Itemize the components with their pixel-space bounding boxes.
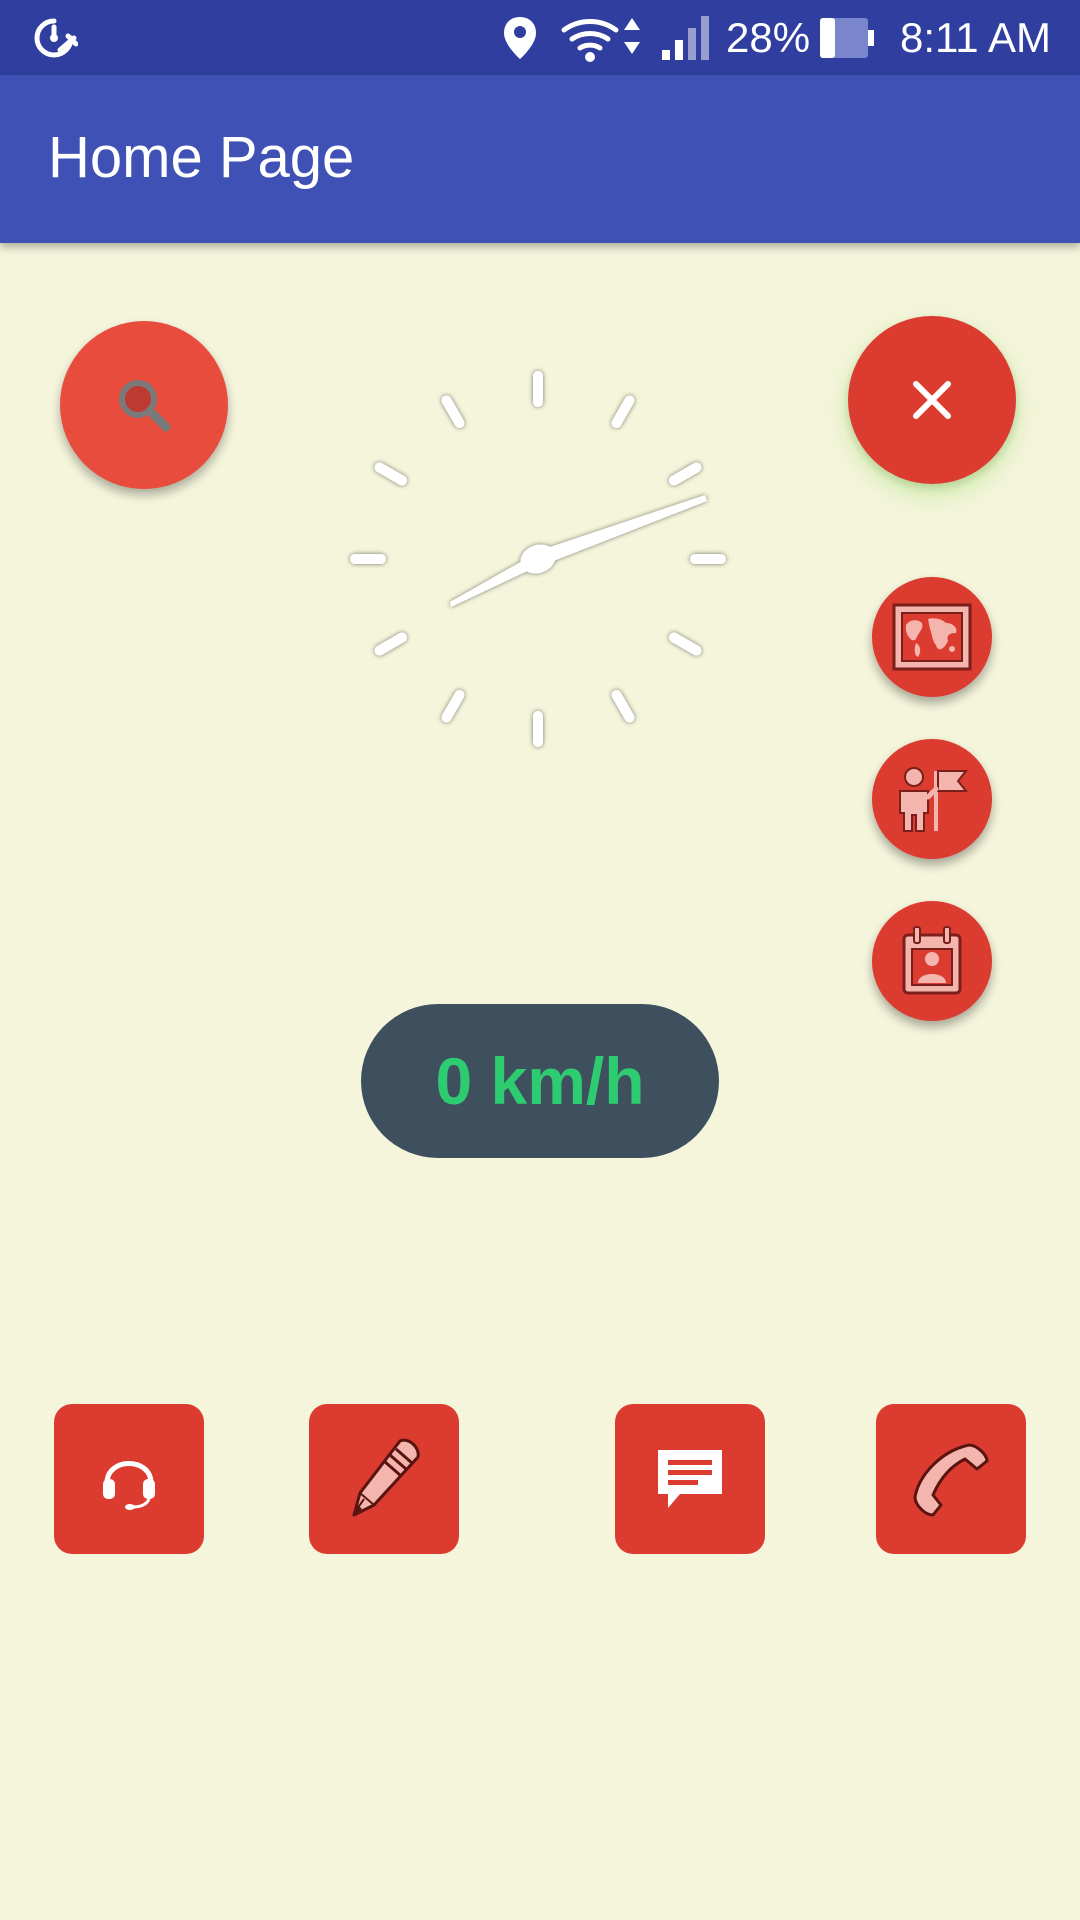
battery-icon xyxy=(818,0,876,75)
wifi-icon xyxy=(560,0,644,75)
world-map-button[interactable] xyxy=(872,577,992,697)
close-icon xyxy=(913,381,951,419)
search-button[interactable] xyxy=(60,321,228,489)
search-icon xyxy=(119,380,171,432)
clock-tick xyxy=(441,395,465,429)
guide-button[interactable] xyxy=(872,739,992,859)
message-icon xyxy=(658,1450,722,1508)
main-content: 0 km/h xyxy=(0,243,1080,1920)
clock-tick xyxy=(668,462,702,486)
clock-tick xyxy=(690,554,726,564)
clock-tick xyxy=(611,395,635,429)
speed-value: 0 km/h xyxy=(435,1044,645,1118)
speed-display: 0 km/h xyxy=(361,1004,719,1158)
headset-button[interactable] xyxy=(54,1404,204,1554)
analog-clock xyxy=(350,371,726,747)
guide-flag-icon xyxy=(899,767,969,832)
pencil-icon xyxy=(352,1438,420,1517)
speedometer-icon xyxy=(30,0,78,75)
call-button[interactable] xyxy=(876,1404,1026,1554)
event-contact-button[interactable] xyxy=(872,901,992,1021)
phone-icon xyxy=(913,1443,989,1517)
message-button[interactable] xyxy=(615,1404,765,1554)
battery-percent: 28% xyxy=(726,13,811,61)
status-bar: 28% 8:11 AM xyxy=(0,0,1080,75)
clock-tick xyxy=(374,632,408,656)
clock-tick xyxy=(533,371,543,407)
page-title: Home Page xyxy=(48,125,355,190)
calendar-contact-icon xyxy=(902,926,962,995)
clock-tick xyxy=(441,689,465,723)
clock-tick xyxy=(350,554,386,564)
clock-tick xyxy=(611,689,635,723)
clock-time: 8:11 AM xyxy=(900,13,1051,61)
close-menu-button[interactable] xyxy=(848,316,1016,484)
clock-tick xyxy=(668,632,702,656)
world-map-icon xyxy=(892,603,972,671)
clock-minute-hand xyxy=(538,495,707,567)
location-icon xyxy=(502,0,538,75)
clock-tick xyxy=(374,462,408,486)
headset-icon xyxy=(103,1461,155,1510)
clock-tick xyxy=(533,711,543,747)
signal-icon xyxy=(660,0,712,75)
edit-button[interactable] xyxy=(309,1404,459,1554)
app-bar: Home Page xyxy=(0,75,1080,243)
